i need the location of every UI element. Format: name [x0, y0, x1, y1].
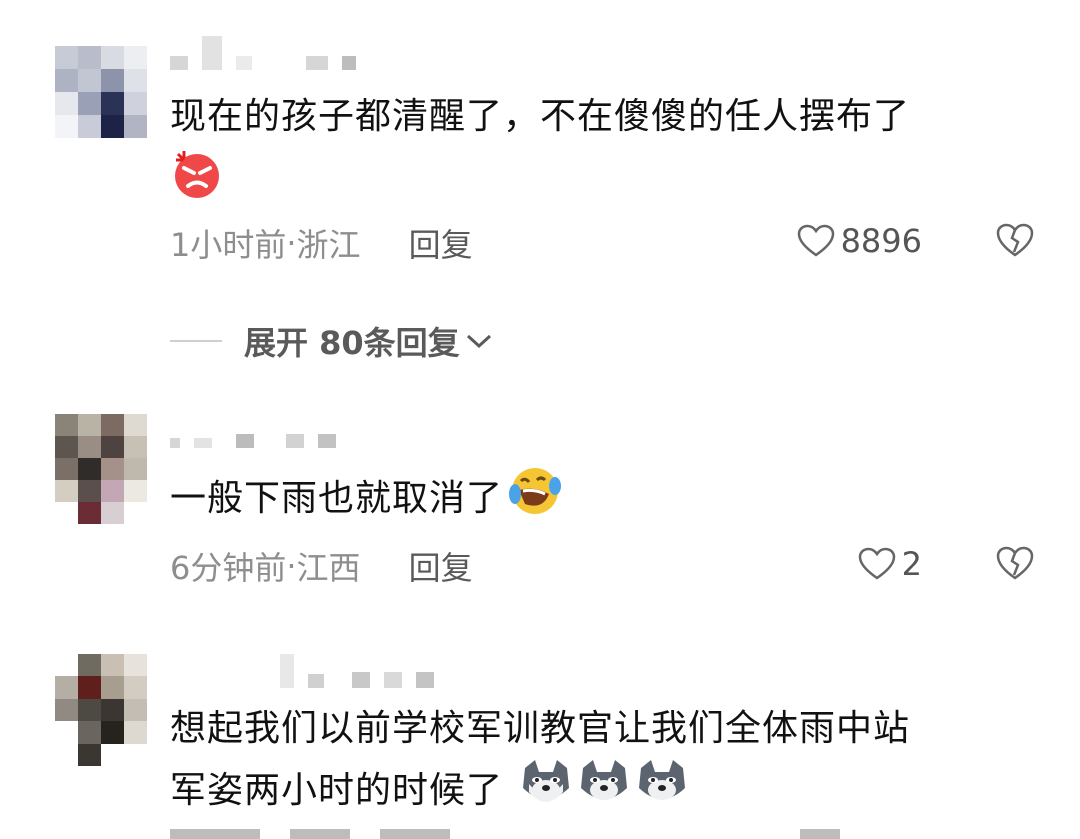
doge-icon	[577, 758, 631, 826]
angry-face-icon	[170, 146, 224, 218]
divider-line	[170, 340, 222, 342]
comment-text: 想起我们以前学校军训教官让我们全体雨中站 军姿两小时的时候了	[170, 700, 1050, 826]
comment-meta: 6分钟前 · 江西 回复	[170, 543, 473, 589]
username-pixelated[interactable]	[170, 36, 356, 70]
avatar[interactable]	[55, 46, 147, 138]
comment-text: 一般下雨也就取消了	[170, 464, 1050, 536]
laughing-crying-face-icon	[507, 464, 563, 536]
dislike-button[interactable]	[996, 545, 1034, 585]
reply-button[interactable]: 回复	[409, 543, 473, 589]
like-count: 2	[901, 545, 922, 583]
expand-replies-button[interactable]: 展开 80条回复	[170, 318, 494, 364]
like-count: 8896	[840, 222, 922, 260]
like-button[interactable]: 2	[858, 545, 922, 583]
heart-icon	[858, 547, 895, 580]
avatar[interactable]	[55, 414, 147, 524]
reply-button[interactable]: 回复	[409, 220, 473, 266]
username-pixelated[interactable]	[170, 654, 434, 688]
avatar[interactable]	[55, 654, 147, 766]
broken-heart-icon	[996, 546, 1034, 580]
chevron-down-icon	[466, 334, 491, 349]
comment-meta: 1小时前 · 浙江 回复	[170, 220, 473, 266]
doge-icon	[635, 758, 689, 826]
like-button[interactable]: 8896	[797, 222, 922, 260]
dislike-button[interactable]	[996, 222, 1034, 262]
cut-off-meta-row	[170, 826, 870, 839]
broken-heart-icon	[996, 223, 1034, 257]
doge-icon	[519, 758, 573, 826]
username-pixelated[interactable]	[170, 422, 336, 448]
heart-icon	[797, 224, 834, 257]
comment-text: 现在的孩子都清醒了，不在傻傻的任人摆布了	[170, 88, 1050, 218]
